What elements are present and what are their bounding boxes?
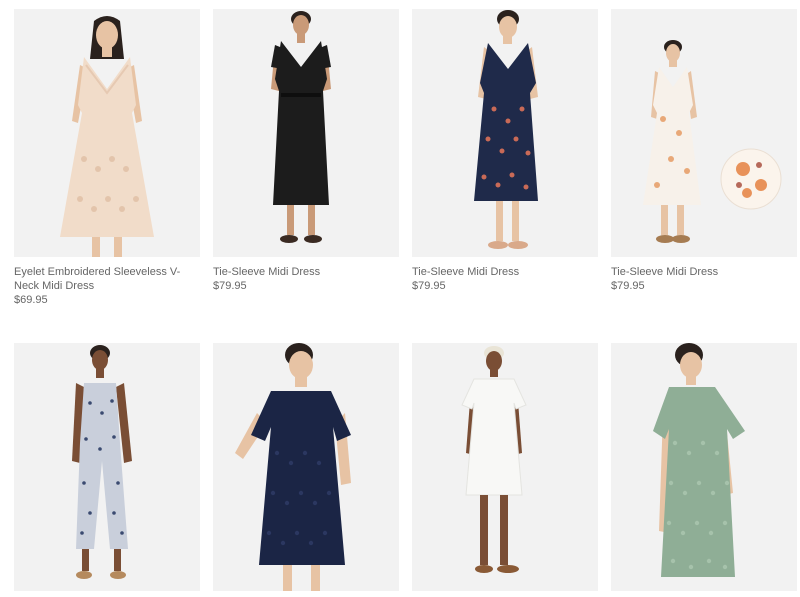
product-card: Tie-Sleeve Midi Dress $79.95 — [611, 9, 797, 293]
product-card: Tie-Sleeve Midi Dress $79.95 — [213, 9, 399, 293]
product-name[interactable]: Tie-Sleeve Midi Dress — [213, 265, 399, 279]
product-name[interactable]: Eyelet Embroidered Sleeveless V-Neck Mid… — [14, 265, 200, 293]
product-card — [14, 343, 200, 591]
product-price: $79.95 — [611, 280, 645, 292]
product-image[interactable] — [412, 9, 598, 257]
product-name[interactable]: Tie-Sleeve Midi Dress — [412, 265, 598, 279]
product-photo — [14, 343, 200, 591]
product-photo — [14, 9, 200, 257]
product-photo — [611, 9, 797, 257]
product-image[interactable] — [213, 343, 399, 591]
product-name[interactable]: Tie-Sleeve Midi Dress — [611, 265, 797, 279]
product-card: Tie-Sleeve Midi Dress $79.95 — [412, 9, 598, 293]
product-photo — [611, 343, 797, 591]
product-image[interactable] — [611, 9, 797, 257]
product-image[interactable] — [14, 343, 200, 591]
product-card — [213, 343, 399, 591]
product-price: $79.95 — [213, 280, 247, 292]
product-image[interactable] — [14, 9, 200, 257]
product-image[interactable] — [412, 343, 598, 591]
product-image[interactable] — [611, 343, 797, 591]
product-image[interactable] — [213, 9, 399, 257]
product-photo — [213, 343, 399, 591]
product-photo — [412, 343, 598, 591]
product-card — [412, 343, 598, 591]
product-price: $69.95 — [14, 294, 48, 306]
product-photo — [213, 9, 399, 257]
product-card: Eyelet Embroidered Sleeveless V-Neck Mid… — [14, 9, 200, 307]
product-price: $79.95 — [412, 280, 446, 292]
product-card — [611, 343, 797, 591]
product-photo — [412, 9, 598, 257]
